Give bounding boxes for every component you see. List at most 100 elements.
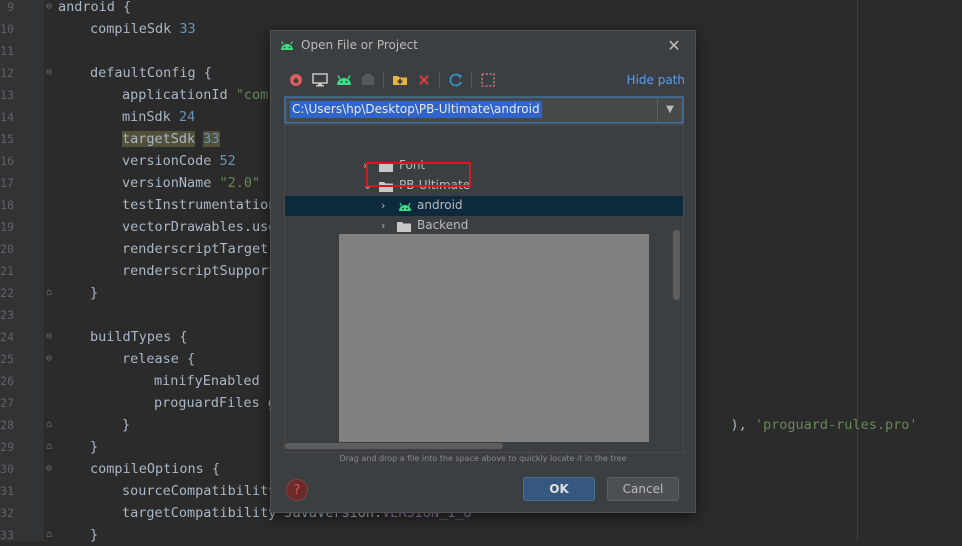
code-text: android { [58,0,131,18]
line-number: 27 [0,396,14,410]
desktop-icon[interactable] [309,69,331,91]
code-text: compileOptions { [90,458,220,480]
line-number: 25 [0,352,14,366]
toolbar-separator [439,72,440,88]
new-folder-icon[interactable] [389,69,411,91]
code-token: versionCode [122,153,220,169]
line-number: 21 [0,264,14,278]
horizontal-scrollbar[interactable] [285,443,503,449]
line-number: 26 [0,374,14,388]
code-token: 33 [203,131,220,147]
code-token: compileSdk [90,21,180,37]
line-number: 31 [0,484,14,498]
tree-item-android[interactable]: › android [285,196,683,216]
line-number: 11 [0,44,14,58]
code-text: renderscriptSupport [122,260,276,282]
code-token: android { [58,0,132,15]
path-combobox[interactable]: C:\Users\hp\Desktop\PB-Ultimate\android … [285,97,683,123]
code-text: } [90,282,98,304]
help-icon[interactable]: ? [286,479,308,501]
code-token: } [90,439,99,455]
code-text: } [90,436,98,458]
fold-close-icon[interactable]: ⌂ [46,414,52,436]
code-token: 52 [219,153,236,169]
home-icon[interactable] [285,69,307,91]
code-token: vectorDrawables.use [122,219,277,235]
hide-path-link[interactable]: Hide path [627,73,685,87]
redacted-region [339,234,649,442]
cancel-button[interactable]: Cancel [607,477,679,501]
dialog-toolbar: Hide path [285,69,685,91]
fold-open-icon[interactable]: ⊖ [46,62,52,84]
fold-open-icon[interactable]: ⊖ [46,348,52,370]
path-input[interactable]: C:\Users\hp\Desktop\PB-Ultimate\android [290,101,542,118]
code-token: sourceCompatibility [122,483,277,499]
line-number: 16 [0,154,14,168]
code-text: minSdk 24 [122,106,195,128]
code-token: release { [122,351,196,367]
tree-item-pb-ultimate[interactable]: ⌄ PB-Ultimate [285,176,683,196]
line-number: 15 [0,132,14,146]
fold-open-icon[interactable]: ⊖ [46,458,52,480]
line-number: 28 [0,418,14,432]
code-token: } [122,417,131,433]
ok-button[interactable]: OK [523,477,595,501]
tree-item-font[interactable]: › Font [285,156,683,176]
code-text: renderscriptTarget [122,238,268,260]
code-token: renderscriptSupport [122,263,277,279]
show-hidden-icon[interactable] [477,69,499,91]
code-token: 24 [178,109,196,125]
android-studio-icon [280,41,294,50]
toolbar-separator [383,72,384,88]
line-number: 23 [0,308,14,322]
code-text: proguardFiles g [154,392,276,414]
fold-close-icon[interactable]: ⌂ [46,282,52,304]
code-text: } [122,414,130,436]
refresh-icon[interactable] [445,69,467,91]
code-token: applicationId [122,87,236,103]
code-text: release { [122,348,195,370]
fold-open-icon[interactable]: ⊖ [46,0,52,18]
code-token: testInstrumentation [122,197,277,213]
chevron-right-icon[interactable]: › [381,199,391,213]
code-text: compileSdk 33 [90,18,196,40]
code-token: minSdk [122,109,179,125]
file-tree[interactable]: ›Font⌄PB-Ultimate›android›Backend›Docume… [284,125,684,453]
code-text: versionCode 52 [122,150,236,172]
code-text: applicationId "com. [122,84,276,106]
chevron-right-icon[interactable]: › [381,219,391,233]
vertical-scrollbar[interactable] [673,230,680,300]
line-number: 24 [0,330,14,344]
dialog-title-bar[interactable]: Open File or Project ✕ [271,31,695,61]
code-text: defaultConfig { [90,62,212,84]
fold-close-icon[interactable]: ⌂ [46,436,52,458]
line-number: 18 [0,198,14,212]
line-number: 19 [0,220,14,234]
chevron-down-icon[interactable]: ▼ [657,98,682,122]
tree-item-backend[interactable]: › Backend [285,216,683,236]
code-text: testInstrumentation [122,194,276,216]
fold-open-icon[interactable]: ⊖ [46,326,52,348]
delete-icon[interactable] [413,69,435,91]
line-number: 12 [0,66,14,80]
selection-highlight-box [366,162,471,187]
line-number: 13 [0,88,14,102]
code-token: proguardFiles g [154,395,276,411]
fold-close-icon[interactable]: ⌂ [46,524,52,546]
line-number: 9 [7,0,14,14]
line-number: 10 [0,22,14,36]
module-icon[interactable] [357,69,379,91]
close-icon[interactable]: ✕ [663,35,685,57]
code-token: renderscriptTarget [122,241,269,257]
line-number: 30 [0,462,14,476]
code-line: 9 ⊖ android { [0,0,962,18]
code-token: ), [730,417,755,433]
code-token: defaultConfig { [90,65,212,81]
code-text: buildTypes { [90,326,188,348]
code-text: versionName "2.0" [122,172,260,194]
code-token: 'proguard-rules.pro' [754,417,918,433]
project-directory-icon[interactable] [333,69,355,91]
code-token: "2.0" [219,175,261,191]
folder-icon [397,221,411,232]
line-number: 22 [0,286,14,300]
